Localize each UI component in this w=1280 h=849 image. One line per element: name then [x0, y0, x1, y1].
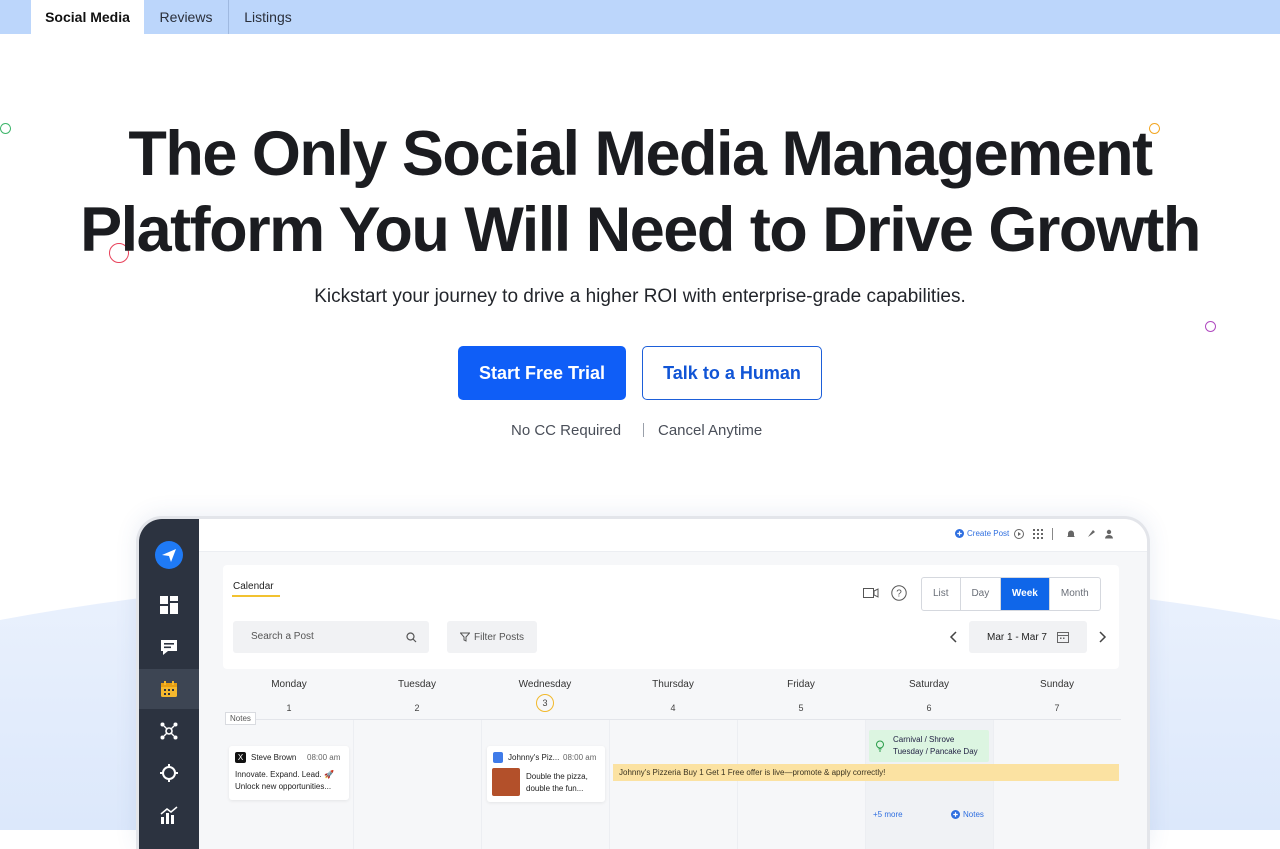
calendar-icon — [161, 681, 177, 697]
post-time: 08:00 am — [563, 753, 597, 762]
create-post-label: Create Post — [967, 529, 1010, 538]
user-icon[interactable] — [1104, 529, 1114, 539]
apps-grid-icon[interactable] — [1033, 529, 1043, 539]
hero-headline-line1: The Only Social Media Management — [128, 119, 1153, 189]
tab-social-media[interactable]: Social Media — [31, 0, 144, 34]
rocket-icon[interactable] — [1086, 529, 1096, 539]
date-range-picker[interactable]: Mar 1 - Mar 7 — [969, 621, 1087, 653]
post-text-line1: Innovate. Expand. Lead. 🚀 — [235, 770, 334, 779]
day-header-thursday: Thursday 4 — [652, 679, 694, 713]
notes-tag[interactable]: Notes — [225, 712, 256, 725]
grid-line — [993, 720, 994, 849]
target-icon — [160, 764, 178, 782]
post-text-line1: Double the pizza, — [526, 772, 588, 781]
post-author: Steve Brown — [251, 753, 297, 762]
week-day-headers: Monday 1 Tuesday 2 Wednesday 3 Thursday 4 Fr… — [225, 679, 1121, 719]
week-grid: Notes X Steve Brown 08:00 am Innovate. E… — [225, 712, 1121, 849]
holiday-event-card[interactable]: Carnival / Shrove Tuesday / Pancake Day — [869, 730, 989, 762]
calendar-tab-underline — [232, 595, 280, 597]
chevron-right-icon[interactable] — [1097, 631, 1107, 643]
analytics-icon — [160, 806, 178, 824]
chevron-left-icon[interactable] — [949, 631, 959, 643]
notes-link-label: Notes — [963, 810, 984, 819]
product-tab-bar: Social Media Reviews Listings — [0, 0, 1280, 34]
post-text-line2: Unlock new opportunities... — [235, 782, 332, 791]
plus-circle-icon — [951, 810, 960, 819]
talk-to-human-button[interactable]: Talk to a Human — [642, 346, 822, 400]
note-divider — [643, 423, 644, 437]
more-posts-link[interactable]: +5 more — [873, 810, 903, 819]
help-icon[interactable]: ? — [891, 585, 907, 601]
grid-line — [481, 720, 482, 849]
calendar-view-switch: List Day Week Month — [921, 577, 1101, 611]
calendar-small-icon — [1057, 632, 1069, 643]
play-icon[interactable] — [1014, 529, 1024, 539]
svg-text:?: ? — [896, 589, 902, 600]
app-sidebar — [139, 519, 199, 849]
pizza-thumbnail — [492, 768, 520, 796]
sidebar-item-network[interactable] — [139, 711, 199, 751]
sidebar-item-comments[interactable] — [139, 627, 199, 667]
hero-headline: The Only Social Media Management Platfor… — [0, 116, 1280, 268]
view-month-button[interactable]: Month — [1050, 578, 1100, 610]
view-day-button[interactable]: Day — [961, 578, 1002, 610]
decor-circle-purple — [1205, 321, 1216, 332]
tab-calendar[interactable]: Calendar — [233, 581, 274, 592]
post-text-line2: double the fun... — [526, 784, 584, 793]
create-post-link[interactable]: Create Post — [955, 529, 1009, 538]
view-week-button[interactable]: Week — [1001, 578, 1050, 610]
day-header-sunday: Sunday 7 — [1040, 679, 1074, 713]
bell-icon[interactable] — [1066, 529, 1076, 539]
app-top-bar: Create Post — [199, 519, 1147, 552]
plus-circle-icon — [955, 529, 964, 538]
post-author: Johnny's Piz... — [508, 753, 560, 762]
search-placeholder: Search a Post — [251, 631, 314, 642]
topbar-divider — [1052, 528, 1053, 540]
network-icon — [160, 722, 178, 740]
tab-listings[interactable]: Listings — [228, 0, 307, 34]
start-free-trial-button[interactable]: Start Free Trial — [458, 346, 626, 400]
bulb-icon — [876, 740, 884, 752]
sidebar-item-target[interactable] — [139, 753, 199, 793]
tab-reviews[interactable]: Reviews — [144, 0, 228, 34]
day-header-friday: Friday 5 — [787, 679, 815, 713]
hero-headline-line2: Platform You Will Need to Drive Growth — [80, 195, 1201, 265]
grid-line — [353, 720, 354, 849]
view-list-button[interactable]: List — [922, 578, 961, 610]
date-range-label: Mar 1 - Mar 7 — [986, 631, 1047, 643]
cancel-anytime-note: Cancel Anytime — [658, 422, 763, 439]
day-header-monday: Monday 1 — [271, 679, 307, 713]
sidebar-item-dashboard[interactable] — [139, 585, 199, 625]
x-logo-icon: X — [235, 752, 246, 763]
video-icon[interactable] — [863, 588, 879, 598]
post-time: 08:00 am — [307, 753, 341, 762]
grid-line — [609, 720, 610, 849]
grid-line — [737, 720, 738, 849]
calendar-toolbar: Calendar ? List Day Week Month Search a … — [223, 565, 1119, 669]
filter-label: Filter Posts — [473, 631, 524, 643]
day-header-wednesday: Wednesday 3 — [481, 679, 609, 712]
app-preview-device: Create Post Calendar ? List Day Week Mon… — [136, 516, 1150, 849]
sidebar-logo[interactable] — [139, 535, 199, 575]
sidebar-item-analytics[interactable] — [139, 795, 199, 835]
send-logo-icon — [155, 541, 183, 569]
hero-subtitle: Kickstart your journey to drive a higher… — [314, 286, 966, 307]
comments-icon — [161, 640, 177, 655]
gmb-logo-icon — [493, 752, 503, 763]
promotion-banner[interactable]: Johnny's Pizzeria Buy 1 Get 1 Free offer… — [613, 764, 1119, 781]
no-cc-note: No CC Required — [511, 422, 622, 439]
holiday-line2: Tuesday / Pancake Day — [893, 747, 978, 756]
filter-icon — [459, 632, 470, 642]
search-icon — [406, 632, 417, 643]
holiday-line1: Carnival / Shrove — [893, 735, 955, 744]
post-card-steve[interactable]: X Steve Brown 08:00 am Innovate. Expand.… — [229, 746, 349, 800]
notes-link[interactable]: Notes — [951, 810, 984, 819]
dashboard-icon — [160, 596, 178, 614]
sidebar-item-calendar[interactable] — [139, 669, 199, 709]
post-card-johnnys[interactable]: Johnny's Piz... 08:00 am Double the pizz… — [487, 746, 605, 802]
day-header-saturday: Saturday 6 — [908, 679, 950, 713]
day-header-tuesday: Tuesday 2 — [398, 679, 436, 713]
search-posts-input[interactable]: Search a Post — [233, 621, 429, 653]
filter-posts-button[interactable]: Filter Posts — [447, 621, 537, 653]
